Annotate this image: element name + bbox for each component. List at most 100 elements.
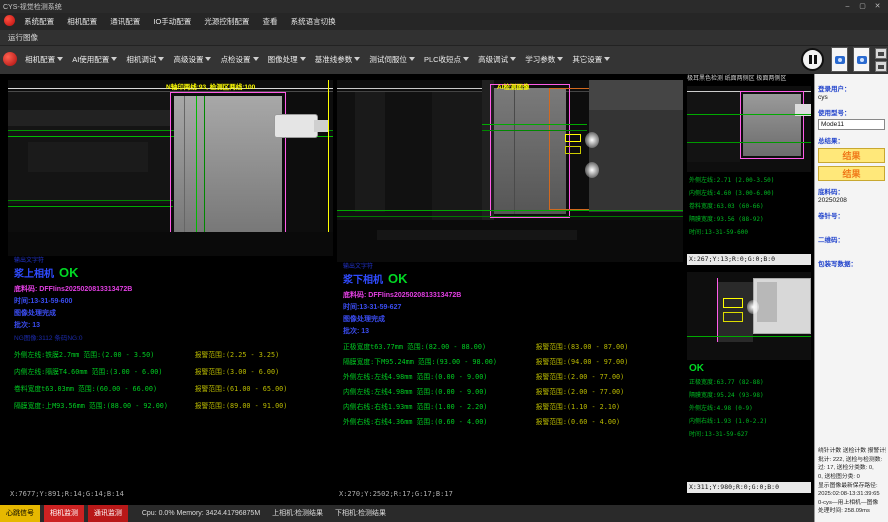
camera-bottom-button[interactable] <box>853 47 870 72</box>
guide-line <box>204 96 205 232</box>
clip-part <box>314 120 328 132</box>
chevron-down-icon <box>253 57 259 61</box>
tool-camera-debug[interactable]: 相机调试 <box>126 55 164 64</box>
measurement-row: 内侧左线:隔膜T4.60mm 范围:(3.00 - 6.00)报警范围:(3.0… <box>14 366 331 376</box>
result-info-lower: 输出文字符 浆下相机OK 底料码: DFFIins202502081331347… <box>343 264 681 431</box>
result-info-upper: 输出文字符 浆上相机OK 底料码: DFFIins202502081331347… <box>14 258 331 417</box>
tool-test-servo[interactable]: 测试伺服位 <box>369 55 415 64</box>
ng-line: NG图像:3112 条码NG:0 <box>14 332 331 342</box>
guide-line <box>687 336 811 337</box>
tool-label: 相机调试 <box>126 55 156 64</box>
camera-result-line: 浆下相机 OK <box>343 272 681 288</box>
pixel-coords-readout: X:311;Y:980;R:0;G:0;B:0 <box>687 482 811 493</box>
machine-part <box>8 232 333 256</box>
panel-toggle-group <box>875 48 887 74</box>
panel-toggle-top-button[interactable] <box>875 48 887 59</box>
tool-other-settings[interactable]: 其它设置 <box>572 55 610 64</box>
tool-spot-check[interactable]: 点检设置 <box>221 55 259 64</box>
menu-language-switch[interactable]: 系统语言切换 <box>291 17 336 26</box>
close-button[interactable]: ✕ <box>870 0 885 13</box>
stat-line: 0-cys—用上相机—图像 <box>818 499 886 508</box>
menu-view[interactable]: 查看 <box>262 17 277 26</box>
process-status-line: 图像处理完成 <box>14 308 331 318</box>
chevron-down-icon <box>557 57 563 61</box>
chevron-down-icon <box>354 57 360 61</box>
minimize-button[interactable]: – <box>840 0 855 13</box>
tabbar: 运行图像 <box>0 30 888 46</box>
upper-camera-result-label: 上相机:检测结果 <box>272 510 323 517</box>
measurement-row: 隔膜宽度:下M95.24mm 范围:(93.00 - 98.00)报警范围:(9… <box>343 356 681 366</box>
guide-line <box>8 206 173 207</box>
tool-learning-params[interactable]: 学习参数 <box>525 55 563 64</box>
menu-io-manual-config[interactable]: IO手动配置 <box>153 17 191 26</box>
menubar: 系统配置 相机配置 通讯配置 IO手动配置 光源控制配置 查看 系统语言切换 <box>0 13 888 30</box>
app-logo-icon <box>4 15 15 26</box>
thumbnail-image-bottom[interactable] <box>687 272 811 360</box>
bright-block-detail <box>757 282 777 322</box>
menu-camera-config[interactable]: 相机配置 <box>67 17 97 26</box>
login-user-label: 登录用户： <box>818 83 885 93</box>
stat-line: 显示图像最新保存路径: <box>818 482 886 491</box>
model-value-box[interactable]: Mode11 <box>818 119 885 130</box>
app-window: CYS-视觉检测系统 – ▢ ✕ 系统配置 相机配置 通讯配置 IO手动配置 光… <box>0 0 888 522</box>
camera-image-upper[interactable]: N轴印两线:93, 检测区两线:100 <box>8 80 333 256</box>
thumb-line: 时间:13-31-59-627 <box>689 428 811 441</box>
highlight-spot <box>747 300 759 314</box>
lower-camera-result-label: 下相机:检测结果 <box>335 510 386 517</box>
pause-icon <box>803 50 822 69</box>
chevron-down-icon <box>111 57 117 61</box>
menu-system-config[interactable]: 系统配置 <box>24 17 54 26</box>
thumbnail-text-top: 外侧左线:2.71 (2.00-3.50) 内侧左线:4.60 (3.00-6.… <box>689 174 811 252</box>
camera-image-lower[interactable]: AI检测图像 <box>337 80 683 262</box>
stat-line: 批计: 222, 送检与检测数: <box>818 456 886 465</box>
menu-comm-config[interactable]: 通讯配置 <box>110 17 140 26</box>
camera-view-upper: N轴印两线:93, 检测区两线:100 输出文字符 浆上相机OK 底料码: DF… <box>8 80 333 500</box>
stat-line: 处理时间: 258.09ms <box>818 507 886 516</box>
marker-box <box>723 298 743 308</box>
cpu-memory-readout: Cpu: 0.0% Memory: 3424.41796875M <box>142 510 260 517</box>
panel-toggle-bottom-button[interactable] <box>875 61 887 72</box>
maximize-button[interactable]: ▢ <box>855 0 870 13</box>
measurement-value: 卷料宽度t63.03mm 范围:(60.00 - 66.00) <box>14 383 195 393</box>
model-label: 使用型号： <box>818 107 885 117</box>
overlay-label: AI检测图像 <box>497 81 530 91</box>
guide-line <box>717 278 718 342</box>
tool-ai-config[interactable]: AI使用配置 <box>72 55 117 64</box>
chevron-down-icon <box>409 57 415 61</box>
chevron-down-icon <box>158 57 164 61</box>
camera-top-button[interactable] <box>831 47 848 72</box>
thumb-line: 外侧左线:4.98 (0-9) <box>689 402 811 415</box>
measurement-value: 隔膜宽度:上M93.56mm 范围:(88.00 - 92.00) <box>14 400 195 410</box>
tool-advanced-settings[interactable]: 高级设置 <box>173 55 211 64</box>
tool-camera-config[interactable]: 相机配置 <box>25 55 63 64</box>
camera-name: 浆下相机 <box>343 275 383 286</box>
measurement-warn: 报警范围:(83.00 - 87.00) <box>536 341 629 351</box>
measurement-warn: 报警范围:(3.00 - 6.00) <box>195 366 279 376</box>
tool-label: PLC收短点 <box>424 55 461 64</box>
measurement-row: 外侧右线:右线4.36mm 范围:(0.60 - 4.00)报警范围:(0.60… <box>343 416 681 426</box>
tool-baseline-params[interactable]: 基准线参数 <box>315 55 361 64</box>
camera-result-line: 浆上相机OK <box>14 266 331 282</box>
batch-line: 批次: 13 <box>343 326 681 336</box>
tool-plc-points[interactable]: PLC收短点 <box>424 55 469 64</box>
overlay-label: N轴印两线:93, 检测区两线:100 <box>166 81 255 91</box>
menu-light-control-config[interactable]: 光源控制配置 <box>204 17 249 26</box>
pause-button[interactable] <box>801 48 824 71</box>
tool-label: 测试伺服位 <box>369 55 407 64</box>
tool-image-processing[interactable]: 图像处理 <box>268 55 306 64</box>
thumb-line: 正极宽度:63.77 (82-88) <box>689 376 811 389</box>
barcode-line: 底料码: DFFIins2025020813313472B <box>14 284 331 294</box>
tab-run-image[interactable]: 运行图像 <box>8 33 38 42</box>
thumb-line: 时间:13-31-59-600 <box>689 226 811 239</box>
statistics-block: 绕针计数 送检计数 报警计数 批计: 222, 送检与检测数: 过: 17, 送… <box>818 447 886 516</box>
measurement-value: 外侧左线:左线4.98mm 范围:(0.00 - 9.00) <box>343 371 536 381</box>
toolbar: 相机配置 AI使用配置 相机调试 高级设置 点检设置 图像处理 基准线参数 测试… <box>0 46 888 74</box>
tool-label: 学习参数 <box>525 55 555 64</box>
measurement-value: 内侧左线:左线4.98mm 范围:(0.00 - 9.00) <box>343 386 536 396</box>
measurement-value: 内侧左线:隔膜T4.60mm 范围:(3.00 - 6.00) <box>14 366 195 376</box>
thumbnail-image-top[interactable] <box>687 86 811 172</box>
time-line: 时间:13-31-59-600 <box>14 296 331 306</box>
result-ok: OK <box>388 271 408 286</box>
tool-advanced-debug[interactable]: 高级调试 <box>478 55 516 64</box>
login-user-value: cys <box>818 94 885 102</box>
